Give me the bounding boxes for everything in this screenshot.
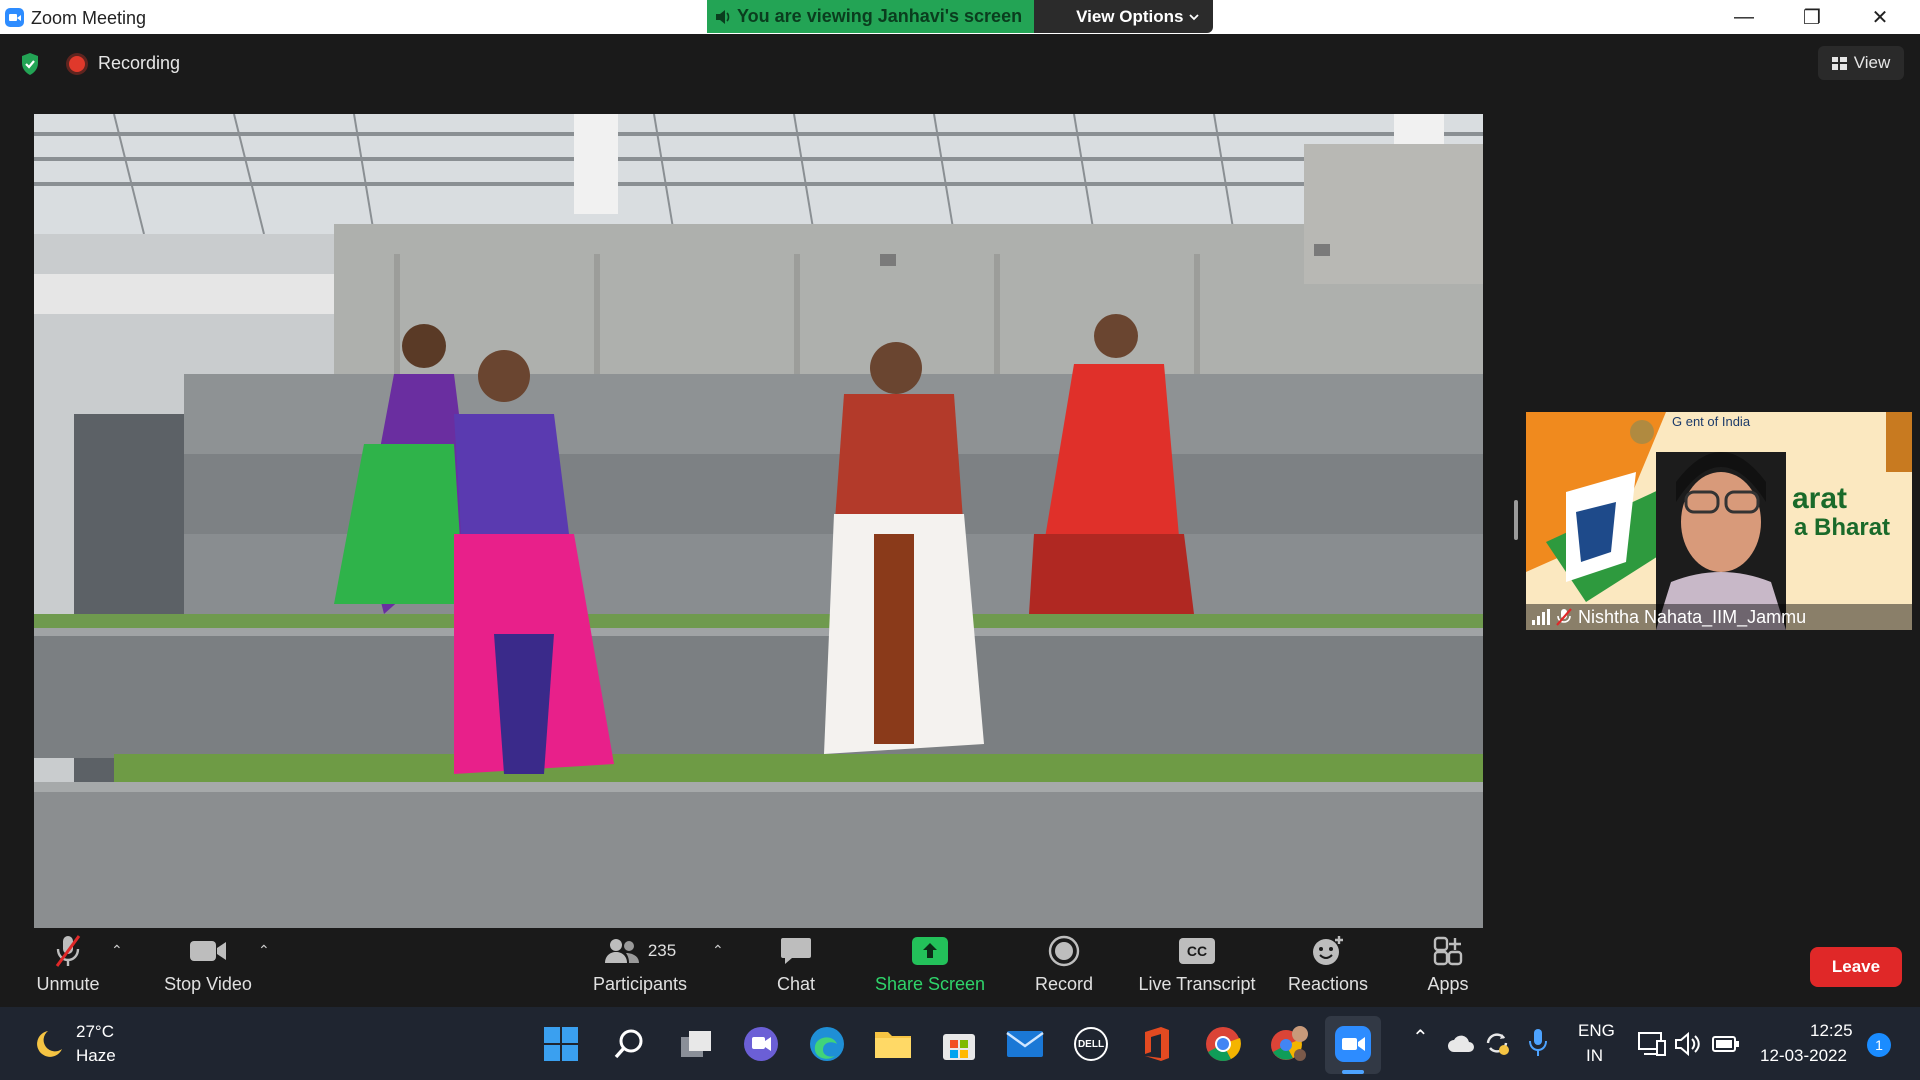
chrome-browser-icon[interactable] [1204, 1025, 1242, 1063]
network-icon[interactable] [1638, 1031, 1666, 1057]
participants-count: 235 [647, 941, 677, 960]
record-button[interactable]: Record [1024, 930, 1104, 1007]
participants-label: Participants [592, 974, 688, 994]
notification-badge[interactable]: 1 [1867, 1033, 1891, 1057]
speaker-icon [716, 9, 730, 24]
search-icon[interactable] [610, 1025, 648, 1063]
video-options-caret-icon[interactable]: ⌃ [258, 942, 270, 959]
battery-icon[interactable] [1712, 1035, 1740, 1053]
unmute-label: Unmute [36, 974, 100, 994]
sync-icon[interactable] [1483, 1029, 1511, 1057]
participants-options-caret-icon[interactable]: ⌃ [712, 942, 724, 959]
meeting-status-bar: Recording View [0, 34, 1920, 94]
signal-strength-icon [1532, 609, 1550, 625]
microphone-icon[interactable] [1528, 1027, 1548, 1057]
microsoft-store-icon[interactable] [940, 1025, 978, 1063]
live-transcript-label: Live Transcript [1138, 974, 1256, 994]
restore-button[interactable]: ❐ [1778, 0, 1846, 34]
edge-browser-icon[interactable] [808, 1025, 846, 1063]
active-app-indicator [1342, 1070, 1364, 1074]
unmute-button[interactable]: Unmute [28, 930, 108, 1007]
stop-video-button[interactable]: Stop Video [160, 930, 256, 1007]
participant-name-bar: Nishtha Nahata_IIM_Jammu [1526, 604, 1912, 630]
panel-splitter-handle[interactable] [1514, 500, 1518, 540]
leave-button[interactable]: Leave [1810, 947, 1902, 987]
closed-captions-icon: CC [1179, 938, 1215, 964]
teams-chat-icon[interactable] [742, 1025, 780, 1063]
dell-app-icon[interactable]: DELL [1072, 1025, 1110, 1063]
video-camera-icon [190, 941, 226, 961]
tile-background-text-line2: a Bharat [1794, 514, 1891, 541]
viewing-text: You are viewing Janhavi's screen [737, 6, 1023, 26]
onedrive-cloud-icon[interactable] [1447, 1035, 1475, 1053]
chat-label: Chat [776, 974, 816, 994]
windows-taskbar: 27°C Haze DELL ⌃ ENG IN 12:25 12-03-2022… [0, 1007, 1920, 1080]
share-screen-button[interactable]: Share Screen [874, 930, 986, 1007]
grid-icon [1831, 56, 1847, 70]
close-button[interactable]: ✕ [1846, 0, 1914, 34]
clock-date[interactable]: 12-03-2022 [1760, 1046, 1847, 1066]
viewing-indicator: You are viewing Janhavi's screen [707, 0, 1035, 33]
office-icon[interactable] [1138, 1025, 1176, 1063]
view-options-button[interactable]: View Options [1034, 0, 1214, 33]
reactions-smiley-icon [1313, 936, 1343, 965]
show-hidden-icons-chevron-icon[interactable]: ⌃ [1412, 1025, 1429, 1050]
record-label: Record [1034, 974, 1094, 994]
tile-background-text-header: G ent of India [1672, 414, 1751, 429]
zoom-window: Zoom Meeting — ❐ ✕ You are viewing Janha… [0, 0, 1920, 1080]
view-label: View [1853, 53, 1891, 72]
tile-background-text-line1: arat [1792, 482, 1848, 515]
chrome-profile-icon[interactable] [1270, 1025, 1308, 1063]
screen-share-banner: You are viewing Janhavi's screen View Op… [707, 0, 1214, 33]
security-shield-icon[interactable] [20, 52, 40, 76]
share-screen-label: Share Screen [874, 974, 986, 994]
task-view-icon[interactable] [677, 1025, 715, 1063]
share-screen-icon [912, 937, 948, 965]
input-language-top[interactable]: ENG [1578, 1021, 1615, 1041]
moon-weather-icon[interactable] [30, 1029, 64, 1059]
view-options-label: View Options [1076, 6, 1184, 26]
record-icon [1048, 935, 1080, 967]
chevron-down-icon [1189, 13, 1200, 20]
participant-name: Nishtha Nahata_IIM_Jammu [1578, 606, 1807, 627]
mail-icon[interactable] [1006, 1025, 1044, 1063]
minimize-button[interactable]: — [1710, 0, 1778, 34]
participants-button[interactable]: 235 Participants [588, 930, 692, 1007]
input-language-bottom[interactable]: IN [1586, 1046, 1603, 1066]
chat-icon [781, 938, 811, 964]
chat-button[interactable]: Chat [756, 930, 836, 1007]
windows-start-icon[interactable] [542, 1025, 580, 1063]
reactions-label: Reactions [1287, 974, 1369, 994]
weather-condition[interactable]: Haze [76, 1046, 116, 1066]
volume-icon[interactable] [1674, 1031, 1702, 1057]
recording-label: Recording [98, 53, 181, 73]
apps-icon [1433, 936, 1463, 966]
recording-icon [69, 56, 85, 72]
audio-options-caret-icon[interactable]: ⌃ [111, 942, 123, 959]
muted-mic-icon [1556, 608, 1572, 626]
meeting-toolbar: Unmute ⌃ Stop Video ⌃ 235 Participants ⌃… [0, 930, 1920, 1007]
participant-video-tile[interactable]: G ent of India arat a Bharat Nishtha Nah… [1526, 412, 1912, 630]
zoom-taskbar-icon[interactable] [1334, 1025, 1372, 1063]
shared-screen-image [34, 114, 1483, 928]
file-explorer-icon[interactable] [874, 1025, 912, 1063]
zoom-app-icon [5, 8, 24, 27]
muted-mic-icon [55, 935, 81, 967]
reactions-button[interactable]: Reactions [1283, 930, 1373, 1007]
view-button[interactable]: View [1818, 46, 1904, 80]
clock-time[interactable]: 12:25 [1810, 1021, 1853, 1041]
apps-button[interactable]: Apps [1408, 930, 1488, 1007]
window-title: Zoom Meeting [31, 8, 147, 28]
apps-label: Apps [1427, 974, 1469, 994]
live-transcript-button[interactable]: CC Live Transcript [1132, 930, 1262, 1007]
shared-screen [34, 114, 1483, 928]
weather-temperature[interactable]: 27°C [76, 1022, 114, 1042]
stop-video-label: Stop Video [164, 974, 252, 994]
participants-icon [604, 939, 639, 963]
